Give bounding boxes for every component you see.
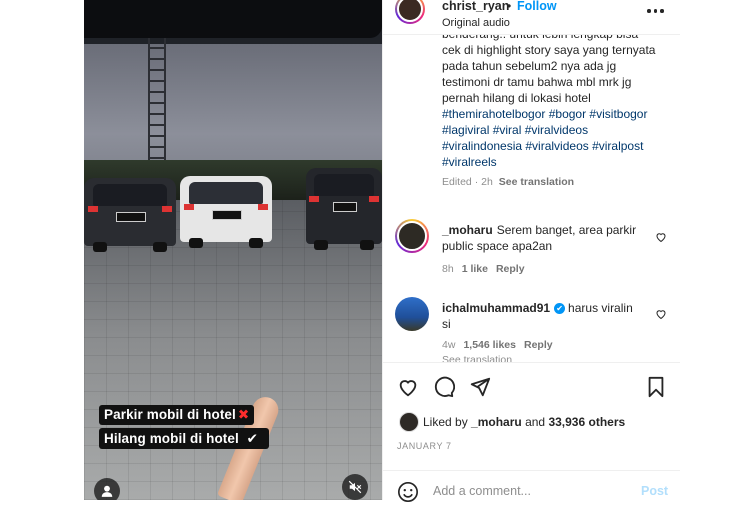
send-icon[interactable] — [469, 376, 491, 398]
author-username[interactable]: christ_ryan — [442, 0, 509, 13]
red-cross-icon: ✖ — [237, 407, 250, 422]
caption-hashtags[interactable]: #themirahotelbogor #bogor #visitbogor #l… — [442, 106, 657, 170]
comment-time: 8h — [442, 263, 454, 275]
comment-body: _moharu Serem banget, area parkir public … — [442, 222, 642, 254]
comment-username[interactable]: ichalmuhammad91 — [442, 301, 550, 315]
likes-summary: Liked by _moharu and 33,936 others — [383, 405, 681, 437]
likes-others[interactable]: 33,936 others — [548, 415, 625, 429]
mute-toggle-button[interactable] — [342, 474, 368, 500]
comment-avatar[interactable] — [395, 219, 429, 253]
comment-like-heart-icon[interactable] — [655, 231, 667, 243]
comment-username[interactable]: _moharu — [442, 223, 493, 237]
video-caption-line-1: Parkir mobil di hotel ✖ — [99, 405, 255, 425]
video-caption-overlay: Parkir mobil di hotel ✖ Hilang mobil di h… — [99, 405, 269, 449]
video-car-black — [306, 168, 382, 250]
header-separator: • — [507, 0, 512, 13]
comment-reply-button[interactable]: Reply — [524, 339, 553, 351]
post-side-panel: christ_ryan • Follow Original audio bend… — [382, 0, 681, 502]
green-check-icon: ✔ — [240, 430, 264, 447]
caption-text-partial: benderang.. untuk lebih lengkap bisa — [442, 34, 639, 41]
caption-edited-time: Edited · 2h — [442, 176, 493, 188]
comment-body: ichalmuhammad91 ✔ harus viralin si — [442, 300, 642, 332]
comment-likes[interactable]: 1,546 likes — [463, 339, 516, 351]
author-avatar[interactable] — [395, 0, 425, 24]
page-margin-left — [0, 0, 84, 500]
comment-icon[interactable] — [433, 376, 455, 398]
video-car-dark — [84, 178, 176, 252]
comment-meta: 4w 1,546 likes Reply — [442, 339, 553, 351]
comment-reply-button[interactable]: Reply — [496, 263, 525, 275]
comment-avatar[interactable] — [395, 297, 429, 331]
liker-avatar[interactable] — [399, 412, 419, 432]
speaker-muted-icon — [348, 480, 362, 494]
post-actions-bar — [383, 362, 681, 405]
page-margin-right — [680, 0, 750, 500]
reel-video[interactable]: Parkir mobil di hotel ✖ Hilang mobil di h… — [84, 0, 382, 500]
heart-icon[interactable] — [397, 376, 419, 398]
comment-likes[interactable]: 1 like — [462, 263, 488, 275]
comment-meta: 8h 1 like Reply — [442, 263, 525, 275]
user-icon — [101, 485, 113, 497]
caption-meta: Edited · 2h See translation — [442, 174, 657, 190]
video-car-white — [180, 176, 272, 248]
more-horizontal-icon — [647, 9, 651, 13]
tagged-users-button[interactable] — [94, 478, 120, 500]
likes-user[interactable]: _moharu — [471, 415, 522, 429]
comments-scroll-area[interactable]: benderang.. untuk lebih lengkap bisa cek… — [383, 34, 681, 363]
comment-input[interactable] — [433, 482, 623, 500]
video-caption-line-2: Hilang mobil di hotel ✔ — [99, 428, 269, 449]
post-comment-button[interactable]: Post — [641, 484, 668, 498]
more-dot — [653, 9, 657, 13]
video-dark-top — [84, 0, 382, 38]
caption-text: cek di highlight story saya yang ternyat… — [442, 43, 656, 105]
post-header: christ_ryan • Follow Original audio — [383, 0, 681, 34]
post-caption: benderang.. untuk lebih lengkap bisa cek… — [442, 35, 657, 190]
verified-badge-icon: ✔ — [554, 303, 566, 315]
more-options-button[interactable] — [647, 4, 667, 18]
more-dot — [660, 9, 664, 13]
add-comment-bar: Post — [383, 470, 681, 511]
likes-prefix: Liked by — [423, 415, 468, 429]
video-ladder — [148, 38, 166, 178]
comment-like-heart-icon[interactable] — [655, 308, 667, 320]
original-audio-link[interactable]: Original audio — [442, 17, 510, 29]
likes-middle: and — [525, 415, 546, 429]
caption-see-translation[interactable]: See translation — [499, 176, 574, 188]
follow-button[interactable]: Follow — [517, 0, 557, 13]
post-date: JANUARY 7 — [397, 441, 452, 451]
comment-time: 4w — [442, 339, 456, 351]
likes-text[interactable]: Liked by _moharu and 33,936 others — [423, 415, 625, 429]
bookmark-icon[interactable] — [645, 376, 667, 398]
